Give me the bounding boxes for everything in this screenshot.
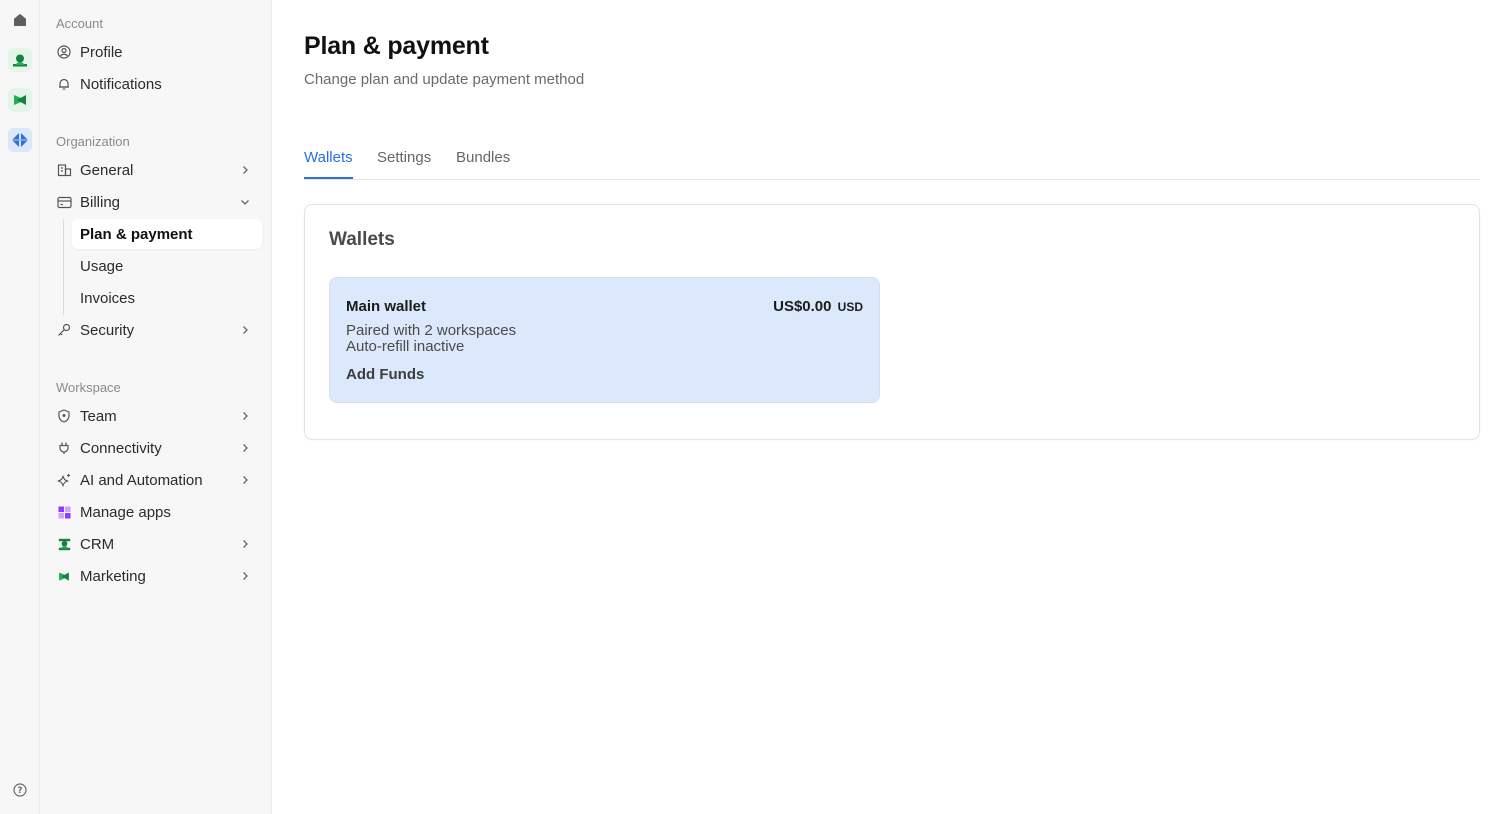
chevron-right-icon bbox=[238, 537, 252, 551]
main-content: Plan & payment Change plan and update pa… bbox=[272, 0, 1512, 814]
sidebar-item-security[interactable]: Security bbox=[48, 315, 264, 345]
sidebar-item-billing[interactable]: Billing bbox=[48, 187, 264, 217]
chevron-right-icon bbox=[238, 409, 252, 423]
sidebar-subitem-usage[interactable]: Usage bbox=[72, 251, 262, 281]
sidebar-item-manage-apps[interactable]: Manage apps bbox=[48, 497, 264, 527]
chevron-right-icon bbox=[238, 473, 252, 487]
help-icon[interactable]: ? bbox=[8, 778, 32, 802]
sidebar-item-label: Security bbox=[80, 321, 135, 339]
page-subtitle: Change plan and update payment method bbox=[304, 71, 585, 88]
sidebar-item-label: Connectivity bbox=[80, 439, 162, 457]
sidebar-item-team[interactable]: Team bbox=[48, 401, 264, 431]
user-circle-icon bbox=[56, 44, 72, 60]
marketing-app-icon[interactable] bbox=[8, 88, 32, 112]
sidebar-item-marketing[interactable]: Marketing bbox=[48, 561, 264, 591]
wallet-amount: US$0.00 bbox=[773, 298, 832, 315]
sparkle-icon bbox=[56, 472, 72, 488]
wallets-card: Wallets Main wallet US$0.00 USD Paired w… bbox=[304, 204, 1480, 440]
app-rail: ? bbox=[0, 0, 40, 814]
sidebar-subitem-invoices[interactable]: Invoices bbox=[72, 283, 262, 313]
workspace-icon[interactable] bbox=[8, 128, 32, 152]
wallet-autorefill-text: Auto-refill inactive bbox=[346, 338, 465, 355]
section-label-workspace: Workspace bbox=[56, 380, 121, 395]
card-title: Wallets bbox=[329, 229, 395, 250]
sidebar-item-label: Manage apps bbox=[80, 503, 171, 521]
sidebar-item-connectivity[interactable]: Connectivity bbox=[48, 433, 264, 463]
wallet-balance: US$0.00 USD bbox=[773, 298, 863, 315]
section-label-account: Account bbox=[56, 16, 103, 31]
svg-text:?: ? bbox=[18, 786, 23, 796]
marketing-app-icon bbox=[56, 568, 72, 584]
chevron-right-icon bbox=[238, 441, 252, 455]
wallet-name: Main wallet bbox=[346, 298, 427, 315]
shield-icon bbox=[56, 408, 72, 424]
sidebar-item-label: Team bbox=[80, 407, 117, 425]
submenu-guide-line bbox=[63, 219, 64, 315]
sidebar-item-label: Profile bbox=[80, 43, 123, 61]
sidebar-item-notifications[interactable]: Notifications bbox=[48, 69, 264, 99]
section-label-organization: Organization bbox=[56, 134, 130, 149]
apps-grid-icon bbox=[56, 504, 72, 520]
sidebar-item-label: Marketing bbox=[80, 567, 146, 585]
bell-icon bbox=[56, 76, 72, 92]
sidebar-item-label: Billing bbox=[80, 193, 121, 211]
key-icon bbox=[56, 322, 72, 338]
sidebar-item-label: AI and Automation bbox=[80, 471, 203, 489]
sidebar-item-crm[interactable]: CRM bbox=[48, 529, 264, 559]
sidebar-item-ai-automation[interactable]: AI and Automation bbox=[48, 465, 264, 495]
wallet-paired-text: Paired with 2 workspaces bbox=[346, 322, 517, 339]
chevron-right-icon bbox=[238, 323, 252, 337]
sidebar-subitem-plan-payment[interactable]: Plan & payment bbox=[72, 219, 262, 249]
crm-app-icon bbox=[56, 536, 72, 552]
tab-settings[interactable]: Settings bbox=[377, 149, 431, 177]
tab-bar: Wallets Settings Bundles bbox=[304, 140, 1480, 180]
sidebar-item-profile[interactable]: Profile bbox=[48, 37, 264, 67]
tab-wallets[interactable]: Wallets bbox=[304, 149, 353, 179]
page-title: Plan & payment bbox=[304, 32, 489, 60]
home-icon[interactable] bbox=[8, 8, 32, 32]
plug-icon bbox=[56, 440, 72, 456]
wallet-tile[interactable]: Main wallet US$0.00 USD Paired with 2 wo… bbox=[329, 277, 880, 403]
add-funds-button[interactable]: Add Funds bbox=[346, 366, 424, 383]
settings-sidebar: Account Profile Notifications Organizati… bbox=[40, 0, 272, 814]
tab-bundles[interactable]: Bundles bbox=[456, 149, 510, 177]
credit-card-icon bbox=[56, 194, 72, 210]
chevron-right-icon bbox=[238, 569, 252, 583]
sidebar-item-label: Notifications bbox=[80, 75, 162, 93]
building-icon bbox=[56, 162, 72, 178]
sidebar-item-label: CRM bbox=[80, 535, 115, 553]
crm-app-icon[interactable] bbox=[8, 48, 32, 72]
wallet-currency: USD bbox=[837, 300, 863, 314]
sidebar-item-general[interactable]: General bbox=[48, 155, 264, 185]
chevron-down-icon bbox=[238, 195, 252, 209]
chevron-right-icon bbox=[238, 163, 252, 177]
sidebar-item-label: General bbox=[80, 161, 134, 179]
